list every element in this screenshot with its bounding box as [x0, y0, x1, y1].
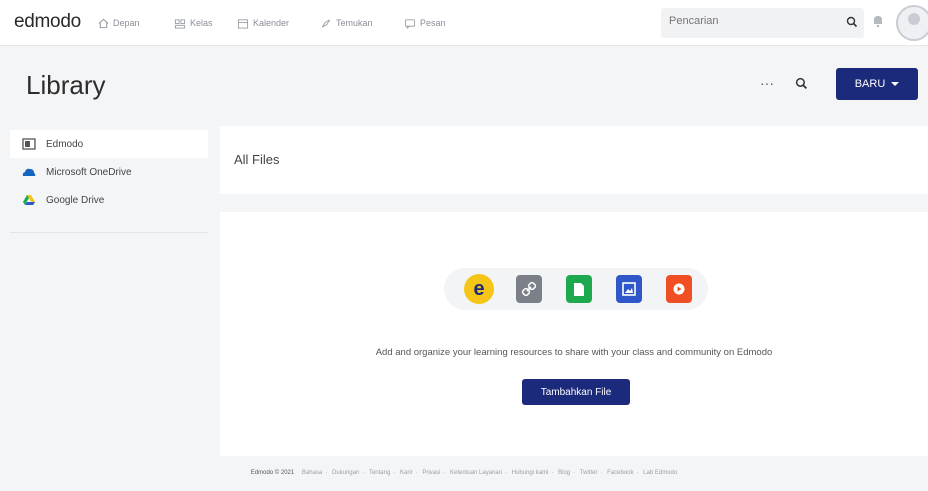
footer-link[interactable]: Hubungi kami	[512, 470, 549, 476]
top-navigation-bar: edmodo Depan Kelas Kalender Temukan Pesa…	[0, 0, 928, 46]
calendar-icon	[237, 18, 249, 29]
nav-item-label: Pesan	[420, 18, 446, 28]
footer-link[interactable]: Tentang	[369, 470, 390, 476]
nav-item-label: Kelas	[190, 18, 213, 28]
search-box[interactable]	[661, 8, 864, 38]
footer-link[interactable]: Lab Edmodo	[643, 470, 677, 476]
new-button[interactable]: BARU	[836, 68, 918, 100]
sidebar-item-label: Microsoft OneDrive	[46, 166, 132, 178]
sidebar-item-onedrive[interactable]: Microsoft OneDrive	[10, 158, 208, 186]
chevron-down-icon	[891, 82, 900, 86]
notifications-bell-icon[interactable]	[872, 14, 884, 28]
nav-item-pesan[interactable]: Pesan	[404, 14, 446, 32]
nav-item-label: Temukan	[336, 18, 373, 28]
add-file-button[interactable]: Tambahkan File	[522, 379, 630, 405]
messages-icon	[404, 18, 416, 29]
nav-item-kelas[interactable]: Kelas	[174, 14, 213, 32]
edmodo-logo[interactable]: edmodo	[14, 11, 81, 33]
library-content-panel: e Add and organize your learning resourc…	[220, 212, 928, 456]
search-icon[interactable]	[846, 16, 858, 28]
footer-link[interactable]: Twitter	[580, 470, 598, 476]
library-search-icon[interactable]	[795, 77, 808, 90]
image-icon	[616, 275, 642, 303]
section-title: All Files	[234, 152, 280, 167]
nav-item-label: Depan	[113, 18, 140, 28]
classes-icon	[174, 18, 186, 29]
footer-link[interactable]: Karir	[400, 470, 413, 476]
nav-item-label: Kalender	[253, 18, 290, 28]
home-icon	[98, 18, 109, 28]
discover-icon	[321, 18, 331, 28]
footer-link[interactable]: Facebook	[607, 470, 633, 476]
footer-link[interactable]: Dukungan	[332, 470, 359, 476]
sidebar-item-google-drive[interactable]: Google Drive	[10, 186, 208, 214]
page-title: Library	[26, 70, 106, 100]
nav-item-depan[interactable]: Depan	[98, 14, 140, 32]
edmodo-library-icon	[22, 138, 36, 150]
video-icon	[666, 275, 692, 303]
sidebar-item-label: Google Drive	[46, 194, 105, 206]
avatar-placeholder-icon	[908, 13, 920, 25]
resource-type-icons: e	[444, 268, 708, 310]
edmodo-e-icon: e	[464, 274, 494, 304]
nav-item-temukan[interactable]: Temukan	[320, 14, 373, 32]
link-icon	[516, 275, 542, 303]
empty-state-message: Add and organize your learning resources…	[375, 347, 773, 358]
footer-link[interactable]: Ketentuan Layanan	[450, 470, 502, 476]
footer-link[interactable]: Blog	[558, 470, 570, 476]
all-files-header: All Files	[220, 126, 928, 194]
new-button-label: BARU	[854, 78, 886, 90]
footer-link[interactable]: Privasi	[422, 470, 440, 476]
nav-item-kalender[interactable]: Kalender	[237, 14, 289, 32]
search-input[interactable]	[669, 15, 819, 27]
sidebar-item-edmodo[interactable]: Edmodo	[10, 130, 208, 158]
footer-copyright: Edmodo © 2021	[250, 470, 295, 476]
more-options-button[interactable]: ···	[757, 76, 777, 96]
document-icon	[566, 275, 592, 303]
library-sidebar: Edmodo Microsoft OneDrive Google Drive	[10, 126, 208, 232]
footer-link[interactable]: Bahasa	[302, 470, 322, 476]
google-drive-icon	[23, 195, 35, 205]
onedrive-icon	[22, 168, 36, 176]
footer: Edmodo © 2021 Bahasa · Dukungan · Tentang ·…	[250, 470, 678, 476]
sidebar-item-label: Edmodo	[46, 138, 84, 150]
user-avatar[interactable]	[896, 5, 928, 41]
sidebar-divider	[10, 232, 208, 233]
